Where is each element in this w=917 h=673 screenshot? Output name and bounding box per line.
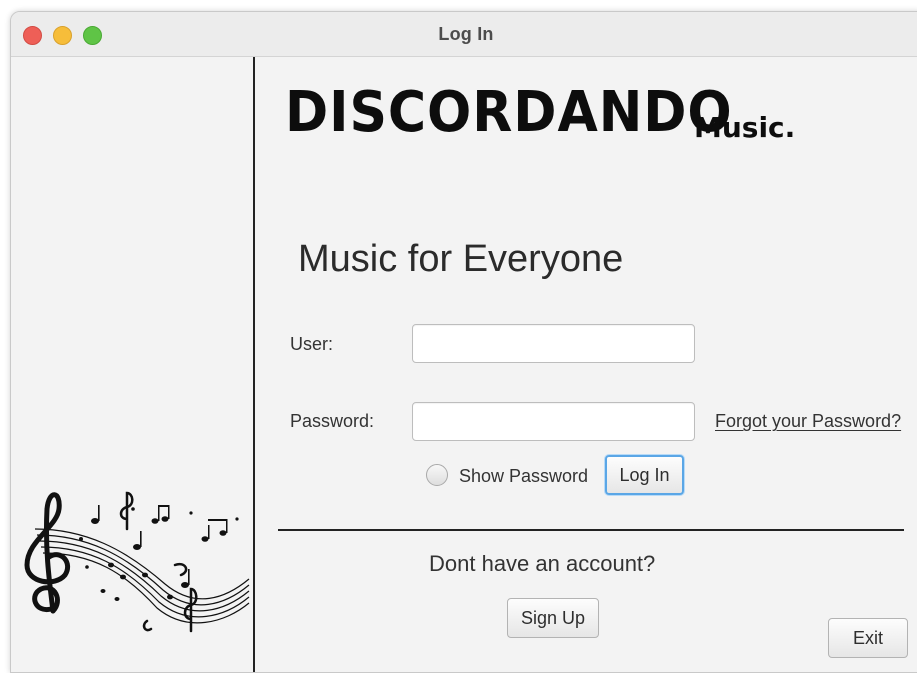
window-title: Log In: [438, 24, 494, 44]
login-window: Log In DISCORDANDO Music. Music for Ever…: [10, 11, 917, 673]
title-bar: Log In: [11, 12, 917, 57]
treble-clef-icon: [24, 492, 71, 614]
show-password-radio[interactable]: [426, 464, 448, 486]
user-label: User:: [290, 334, 334, 354]
signup-prompt: Dont have an account?: [429, 551, 656, 576]
password-input[interactable]: [412, 402, 695, 441]
sign-up-button[interactable]: Sign Up: [507, 598, 599, 638]
user-input[interactable]: [412, 324, 695, 363]
exit-button[interactable]: Exit: [828, 618, 908, 658]
left-decoration-panel: [11, 57, 255, 672]
password-label: Password:: [290, 411, 375, 431]
music-notes-illustration: [24, 491, 250, 633]
section-divider: [278, 529, 904, 531]
login-button[interactable]: Log In: [605, 455, 684, 495]
brand-logo: DISCORDANDO: [285, 80, 733, 145]
forgot-password-link[interactable]: Forgot your Password?: [715, 411, 901, 432]
show-password-label: Show Password: [459, 466, 589, 486]
tagline: Music for Everyone: [298, 238, 624, 280]
brand-logo-suffix: Music.: [694, 111, 796, 144]
